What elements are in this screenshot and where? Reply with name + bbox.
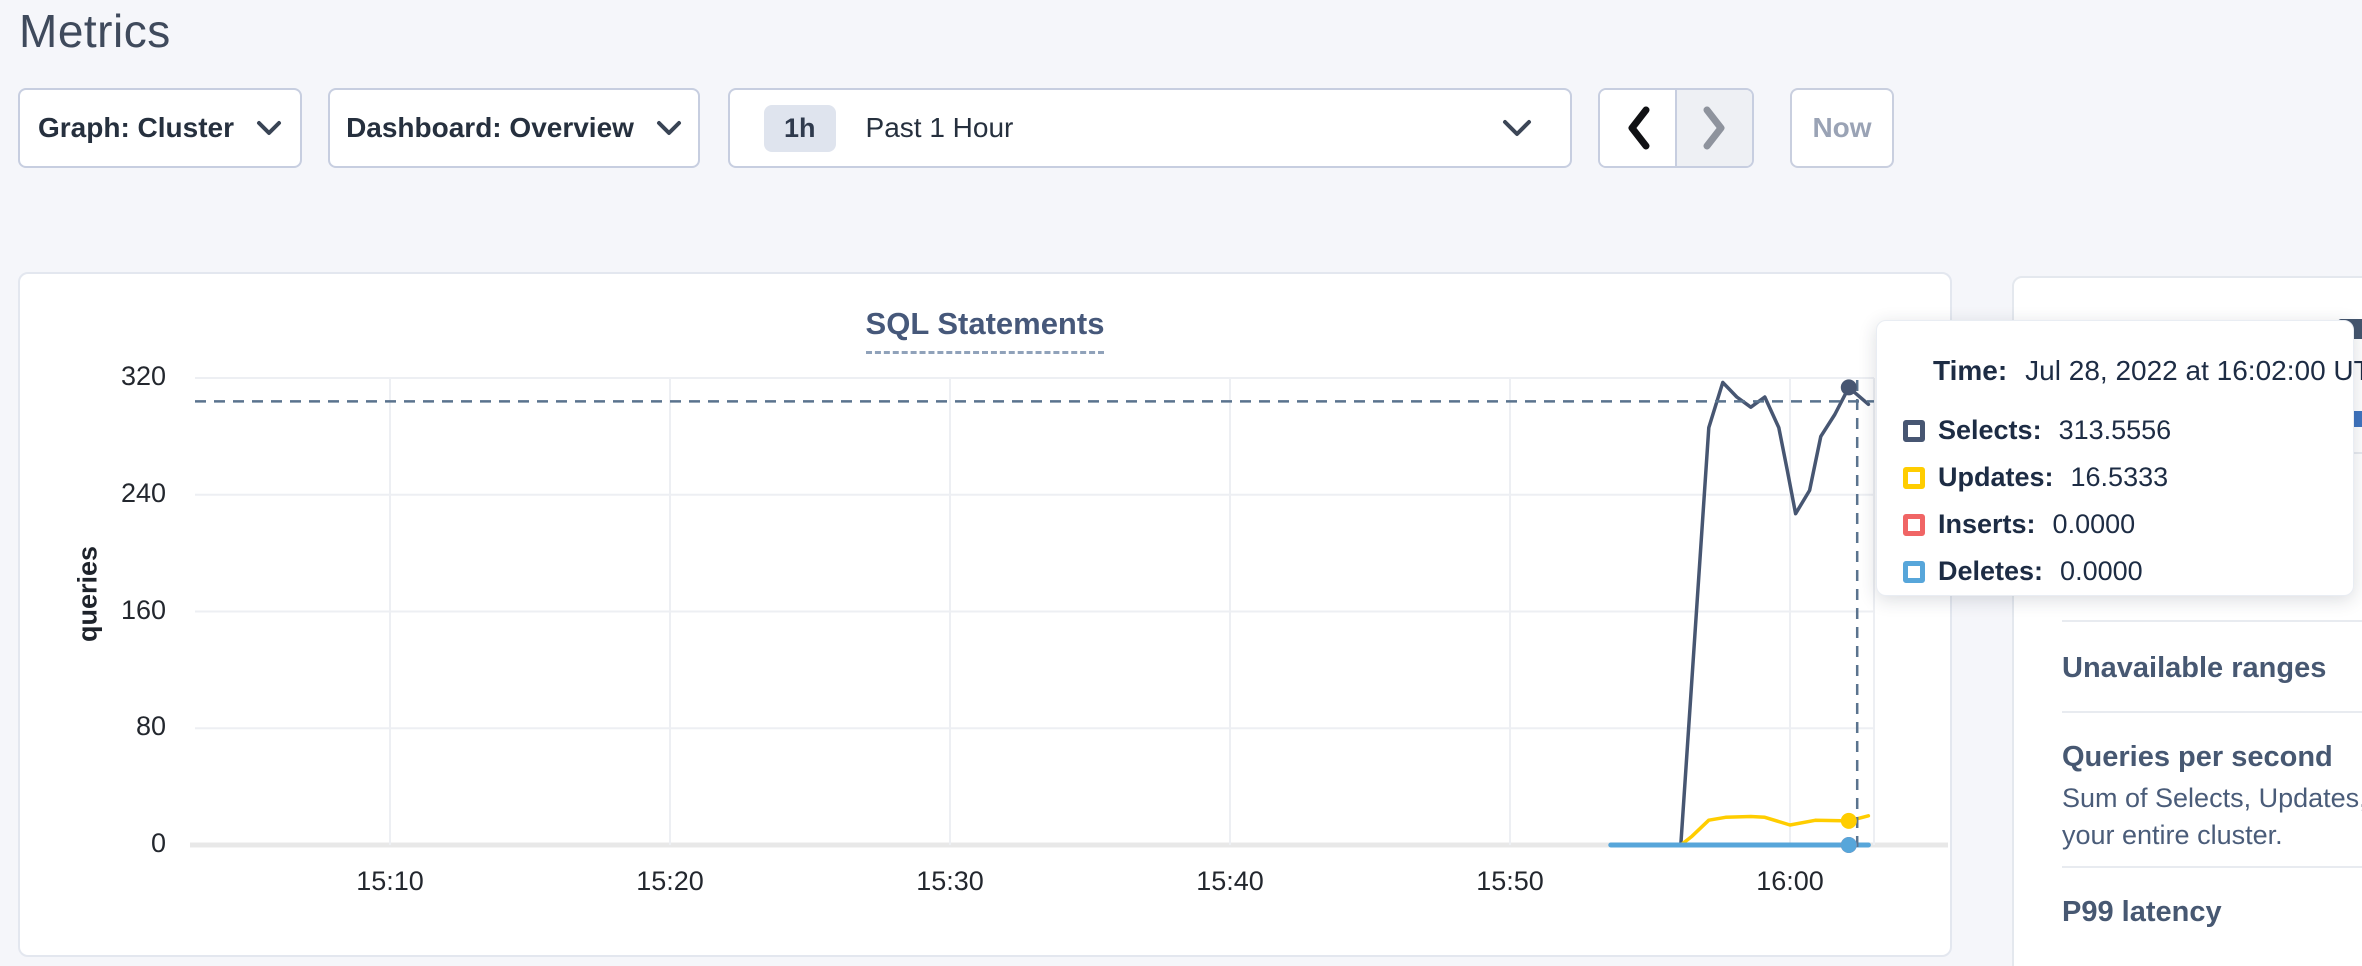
- chevron-down-icon: [1502, 119, 1532, 137]
- tooltip-series-row: Selects: 313.5556: [1903, 407, 2353, 454]
- tooltip-series-row: Updates: 16.5333: [1903, 454, 2353, 501]
- tooltip-series-value: 0.0000: [2060, 556, 2143, 587]
- y-tick-label: 160: [76, 595, 166, 626]
- hover-tooltip: Time:Jul 28, 2022 at 16:02:00 UTC Select…: [1876, 320, 2354, 596]
- graph-dropdown-label: Graph: Cluster: [38, 112, 234, 144]
- chevron-down-icon: [256, 120, 282, 136]
- y-tick-label: 0: [76, 828, 166, 859]
- sidebar-section-heading: Queries per second: [2062, 741, 2362, 774]
- page-title: Metrics: [19, 4, 171, 58]
- prev-time-button[interactable]: [1600, 90, 1675, 166]
- time-range-label: Past 1 Hour: [866, 112, 1014, 144]
- y-tick-label: 320: [76, 361, 166, 392]
- series-swatch-icon: [1903, 514, 1925, 536]
- tooltip-time-label: Time:: [1933, 355, 2007, 386]
- chart-title[interactable]: SQL Statements: [866, 306, 1105, 354]
- y-tick-label: 80: [76, 711, 166, 742]
- x-tick-label: 15:10: [320, 866, 460, 897]
- series-swatch-icon: [1903, 467, 1925, 489]
- tooltip-time-value: Jul 28, 2022 at 16:02:00 UTC: [2025, 355, 2362, 386]
- x-tick-label: 15:20: [600, 866, 740, 897]
- tooltip-time-row: Time:Jul 28, 2022 at 16:02:00 UTC: [1933, 355, 2353, 387]
- time-range-badge: 1h: [764, 105, 836, 152]
- y-tick-label: 240: [76, 478, 166, 509]
- metrics-page: Metrics Graph: Cluster Dashboard: Overvi…: [0, 0, 2362, 966]
- series-swatch-icon: [1903, 561, 1925, 583]
- chevron-right-icon: [1702, 105, 1728, 151]
- chart-title-wrap: SQL Statements: [18, 306, 1952, 354]
- sidebar-description-line: Sum of Selects, Updates, Inser: [2062, 780, 2362, 817]
- x-tick-label: 15:30: [880, 866, 1020, 897]
- sidebar-section-description: Sum of Selects, Updates, Inseryour entir…: [2062, 780, 2362, 854]
- x-tick-label: 15:50: [1440, 866, 1580, 897]
- time-range-dropdown[interactable]: 1h Past 1 Hour: [728, 88, 1572, 168]
- sidebar-section-heading: Unavailable ranges: [2062, 652, 2362, 685]
- x-tick-label: 15:40: [1160, 866, 1300, 897]
- graph-dropdown[interactable]: Graph: Cluster: [18, 88, 302, 168]
- tooltip-series-label: Updates:: [1938, 462, 2054, 493]
- tooltip-series-label: Selects:: [1938, 415, 2042, 446]
- chevron-down-icon: [656, 120, 682, 136]
- sidebar-section-heading: P99 latency: [2062, 896, 2362, 929]
- chevron-left-icon: [1625, 105, 1651, 151]
- dashboard-dropdown[interactable]: Dashboard: Overview: [328, 88, 700, 168]
- tooltip-series-value: 0.0000: [2053, 509, 2136, 540]
- sidebar-divider: [2062, 866, 2362, 868]
- sidebar-description-line: your entire cluster.: [2062, 817, 2362, 854]
- tooltip-series-value: 16.5333: [2071, 462, 2169, 493]
- tooltip-series-row: Inserts: 0.0000: [1903, 501, 2353, 548]
- time-pager: [1598, 88, 1754, 168]
- series-swatch-icon: [1903, 420, 1925, 442]
- tooltip-series-value: 313.5556: [2059, 415, 2172, 446]
- tooltip-series-rows: Selects: 313.5556Updates: 16.5333 Inserts: 0…: [1903, 407, 2353, 595]
- sidebar-divider: [2062, 711, 2362, 713]
- dashboard-dropdown-label: Dashboard: Overview: [346, 112, 634, 144]
- sidebar-divider: [2062, 620, 2362, 622]
- chart-card: [18, 272, 1952, 957]
- tooltip-series-label: Inserts:: [1938, 509, 2036, 540]
- now-button[interactable]: Now: [1790, 88, 1894, 168]
- x-tick-label: 16:00: [1720, 866, 1860, 897]
- tooltip-series-row: Deletes: 0.0000: [1903, 548, 2353, 595]
- next-time-button[interactable]: [1675, 90, 1752, 166]
- sidebar-sections: Unavailable ranges Queries per second Sum …: [2062, 620, 2362, 929]
- tooltip-series-label: Deletes:: [1938, 556, 2043, 587]
